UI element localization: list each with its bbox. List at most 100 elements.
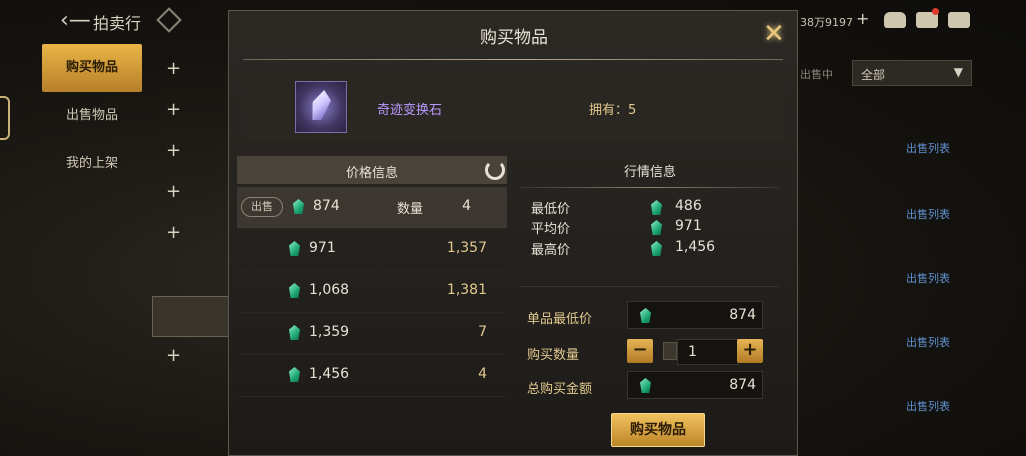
price-value: 1,068 xyxy=(309,282,350,298)
expand-plus-icon: + xyxy=(166,222,182,243)
price-value: 1,456 xyxy=(309,366,350,382)
category-row[interactable]: + xyxy=(152,214,232,255)
filter-selected-value: 全部 xyxy=(861,68,886,82)
category-row[interactable]: + xyxy=(152,91,232,132)
quantity-value: 4 xyxy=(462,198,471,214)
crystal-item-icon[interactable] xyxy=(295,81,347,133)
category-row[interactable]: + xyxy=(152,337,232,378)
price-value: 874 xyxy=(313,198,340,214)
decrease-quantity-button[interactable]: − xyxy=(627,339,653,363)
expand-plus-icon: + xyxy=(166,345,182,366)
tab-buy-items[interactable]: 购买物品 xyxy=(42,44,142,92)
quantity-value: 7 xyxy=(478,324,487,340)
quantity-value: 1,381 xyxy=(446,282,487,298)
quantity-value: 1,357 xyxy=(446,240,487,256)
market-label: 最低价 xyxy=(531,202,571,217)
sale-list-link[interactable]: 出售列表 xyxy=(906,398,950,414)
gem-currency-icon xyxy=(289,241,300,256)
add-currency-button[interactable]: + xyxy=(856,9,869,28)
increase-quantity-button[interactable]: + xyxy=(737,339,763,363)
diamond-icon xyxy=(156,7,182,33)
chat-icon[interactable] xyxy=(948,12,970,28)
title-divider xyxy=(243,59,783,60)
gem-currency-icon xyxy=(640,378,651,393)
market-label: 最高价 xyxy=(531,243,571,258)
currency-amount: 38万9197 xyxy=(800,16,853,29)
gem-currency-icon xyxy=(651,200,662,215)
category-row[interactable]: + xyxy=(152,50,232,91)
price-row-selected[interactable]: 出售 874 数量 4 xyxy=(237,187,507,229)
unit-min-price-field: 874 xyxy=(627,301,763,329)
item-name: 奇迹变换石 xyxy=(377,103,443,118)
quantity-input-value: 1 xyxy=(688,344,697,360)
gem-currency-icon xyxy=(293,199,304,214)
category-list: + + + + + + xyxy=(152,50,232,378)
buy-item-button[interactable]: 购买物品 xyxy=(611,413,705,447)
market-value: 486 xyxy=(675,198,702,214)
total-price-field: 874 xyxy=(627,371,763,399)
calculator-icon[interactable] xyxy=(663,342,677,360)
refresh-icon[interactable] xyxy=(485,160,505,180)
price-row[interactable]: 1,359 7 xyxy=(237,313,507,355)
total-price-value: 874 xyxy=(729,377,756,393)
filter-status-label: 出售中 xyxy=(800,68,833,81)
expand-plus-icon: + xyxy=(166,99,182,120)
notification-dot xyxy=(932,8,939,15)
quantity-label: 数量 xyxy=(397,202,424,217)
market-row-min: 最低价 486 xyxy=(531,198,771,218)
gem-currency-icon xyxy=(289,283,300,298)
tab-sell-items[interactable]: 出售物品 xyxy=(42,92,142,140)
sale-list-link[interactable]: 出售列表 xyxy=(906,206,950,222)
gem-currency-icon xyxy=(651,220,662,235)
market-label: 平均价 xyxy=(531,222,571,237)
unit-min-price-value: 874 xyxy=(729,307,756,323)
category-row[interactable]: + xyxy=(152,173,232,214)
tab-my-listings[interactable]: 我的上架 xyxy=(42,140,142,188)
price-value: 1,359 xyxy=(309,324,350,340)
market-value: 1,456 xyxy=(675,239,716,255)
section-divider xyxy=(521,286,779,287)
category-row-selected[interactable] xyxy=(152,296,232,337)
sale-list-link[interactable]: 出售列表 xyxy=(906,270,950,286)
sale-list-link[interactable]: 出售列表 xyxy=(906,334,950,350)
expand-plus-icon: + xyxy=(166,140,182,161)
dialog-title: 购买物品 xyxy=(480,28,548,48)
price-row[interactable]: 971 1,357 xyxy=(237,229,507,271)
price-info-title: 价格信息 xyxy=(345,166,398,181)
market-value: 971 xyxy=(675,218,702,234)
gem-currency-icon xyxy=(289,325,300,340)
item-info-bar: 奇迹变换石 拥有：5 xyxy=(243,69,783,141)
buy-item-dialog: 购买物品 ✕ 奇迹变换石 拥有：5 价格信息 出售 874 数量 4 971 1… xyxy=(228,10,798,456)
sale-list-link[interactable]: 出售列表 xyxy=(906,140,950,156)
price-value: 971 xyxy=(309,240,336,256)
price-info-header: 价格信息 xyxy=(237,156,507,184)
owned-count: 拥有：5 xyxy=(589,103,637,118)
expand-plus-icon: + xyxy=(166,181,182,202)
back-arrow-icon[interactable]: ‹— xyxy=(60,8,91,33)
market-row-max: 最高价 1,456 xyxy=(531,239,771,259)
expand-plus-icon: + xyxy=(166,58,182,79)
sell-tag: 出售 xyxy=(241,197,283,217)
quantity-input[interactable]: 1 xyxy=(677,339,739,365)
unit-min-price-label: 单品最低价 xyxy=(527,312,593,327)
market-divider xyxy=(521,187,779,188)
auction-tabs: 购买物品 出售物品 我的上架 xyxy=(42,44,142,188)
market-row-avg: 平均价 971 xyxy=(531,218,771,238)
category-row[interactable]: + xyxy=(152,132,232,173)
price-row[interactable]: 1,456 4 xyxy=(237,355,507,397)
dropdown-arrow-icon: ▼ xyxy=(953,65,963,79)
total-price-label: 总购买金额 xyxy=(527,382,593,397)
gem-currency-icon xyxy=(651,241,662,256)
close-icon[interactable]: ✕ xyxy=(763,19,785,49)
category-filter-select[interactable]: 全部 ▼ xyxy=(852,60,972,86)
buy-quantity-label: 购买数量 xyxy=(527,348,580,363)
category-row[interactable] xyxy=(152,255,232,296)
side-drawer-handle[interactable] xyxy=(0,96,10,140)
gem-currency-icon xyxy=(289,367,300,382)
market-info-title: 行情信息 xyxy=(623,165,676,180)
quantity-value: 4 xyxy=(478,366,487,382)
bag-icon[interactable] xyxy=(884,12,906,28)
gem-currency-icon xyxy=(640,308,651,323)
price-row[interactable]: 1,068 1,381 xyxy=(237,271,507,313)
page-title: 拍卖行 xyxy=(93,14,142,33)
